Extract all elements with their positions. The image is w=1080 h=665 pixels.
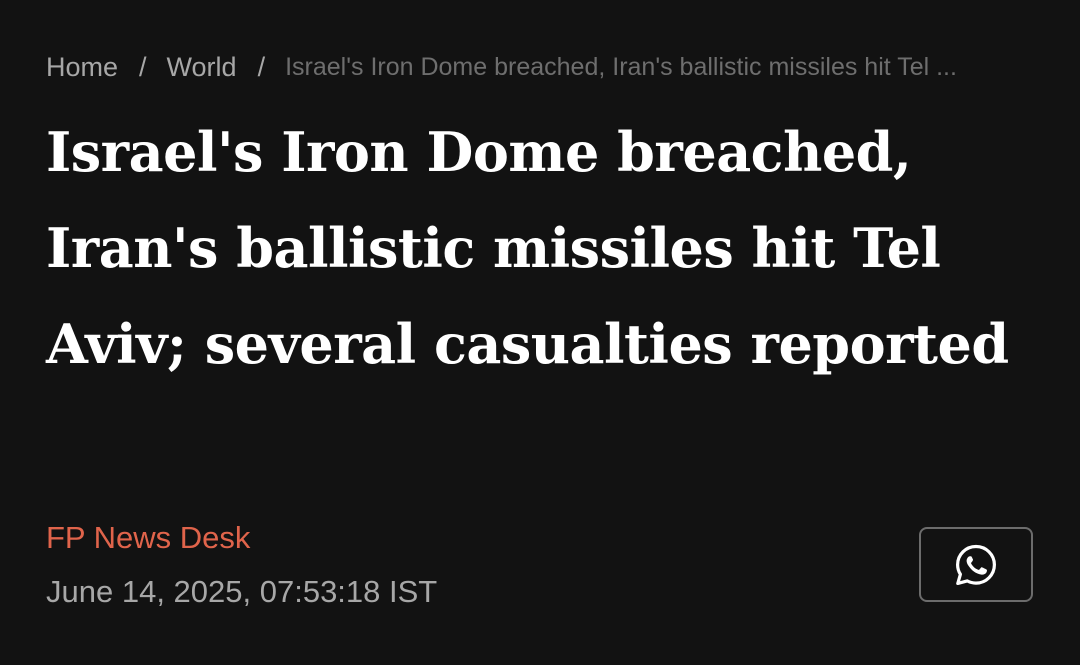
breadcrumb-home-link[interactable]: Home [46,48,118,86]
breadcrumb-separator: / [257,52,266,82]
whatsapp-icon [952,541,1000,589]
publish-timestamp: June 14, 2025, 07:53:18 IST [46,574,438,609]
author-link[interactable]: FP News Desk [46,518,250,558]
breadcrumb-current-page: Israel's Iron Dome breached, Iran's ball… [285,53,957,81]
article-headline: Israel's Iron Dome breached, Iran's ball… [46,120,1009,376]
breadcrumb-separator: / [139,52,147,82]
whatsapp-share-button[interactable] [919,527,1033,602]
breadcrumb-world-link[interactable]: World [167,48,237,86]
article-header: Home / World / Israel's Iron Dome breach… [0,0,1080,665]
breadcrumb: Home / World / Israel's Iron Dome breach… [46,48,1036,86]
